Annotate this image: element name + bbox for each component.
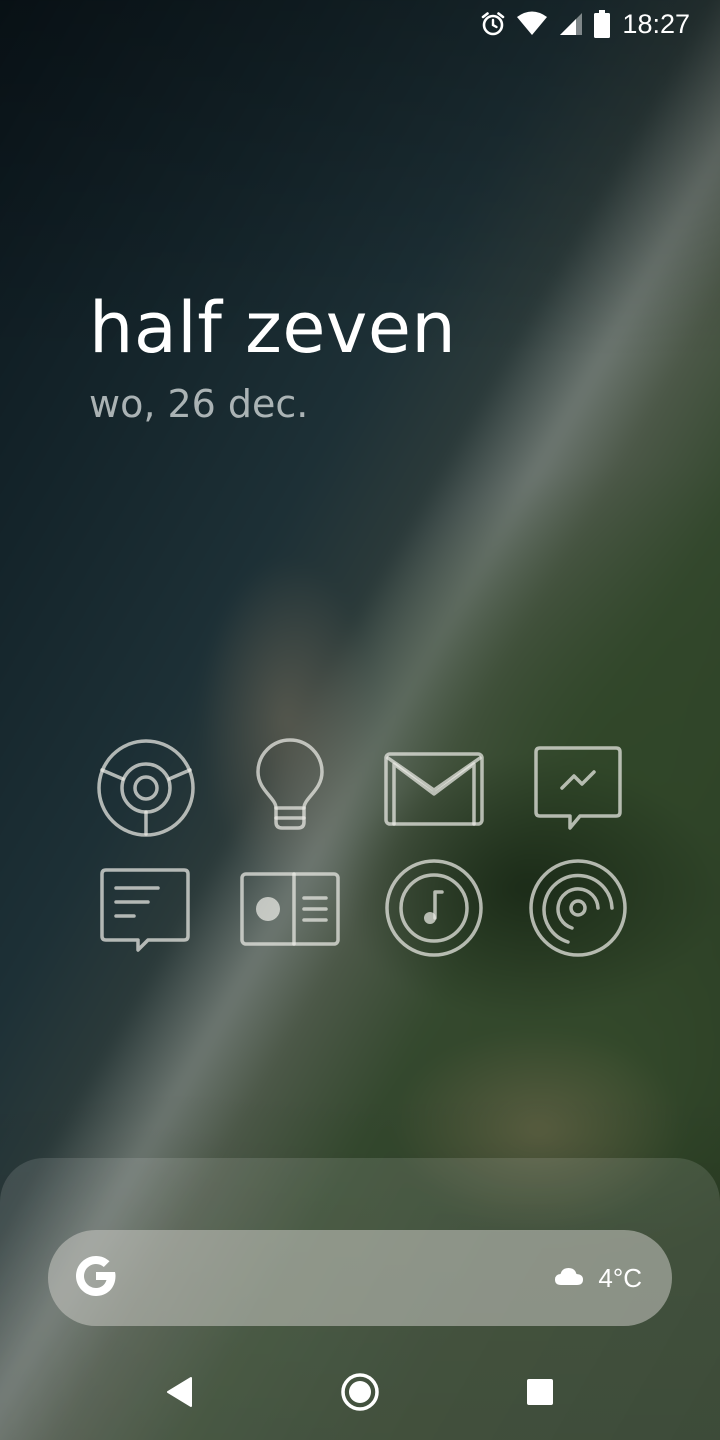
messenger-icon (534, 746, 622, 830)
clock-widget[interactable]: half zeven wo, 26 dec. (89, 288, 456, 426)
app-lightbulb[interactable] (235, 733, 345, 843)
app-chrome[interactable] (91, 733, 201, 843)
status-time: 18:27 (622, 8, 690, 39)
music-icon (385, 859, 483, 957)
podcast-icon (529, 859, 627, 957)
app-news[interactable] (235, 853, 345, 963)
signal-icon (558, 11, 584, 37)
news-icon (240, 872, 340, 946)
navigation-bar (0, 1344, 720, 1440)
battery-icon (594, 10, 611, 38)
weather-temperature: 4°C (598, 1262, 642, 1293)
recents-icon (527, 1379, 553, 1405)
home-icon (341, 1373, 379, 1411)
recents-button[interactable] (500, 1352, 580, 1432)
chrome-icon (97, 739, 195, 837)
app-messages[interactable] (91, 853, 201, 963)
app-music[interactable] (379, 853, 489, 963)
weather-chip[interactable]: 4°C (554, 1263, 642, 1294)
back-button[interactable] (140, 1352, 220, 1432)
lightbulb-icon (256, 738, 324, 830)
alarm-icon (480, 11, 506, 37)
google-logo[interactable] (72, 1252, 120, 1305)
cloud-icon (554, 1266, 584, 1291)
wifi-icon (516, 11, 548, 37)
home-button[interactable] (320, 1352, 400, 1432)
clock-date-text[interactable]: wo, 26 dec. (89, 382, 456, 426)
app-gmail[interactable] (379, 733, 489, 843)
app-messenger[interactable] (523, 733, 633, 843)
messages-icon (100, 868, 190, 952)
gmail-icon (384, 752, 484, 826)
status-bar[interactable]: 18:27 (0, 0, 720, 48)
google-search-bar[interactable]: 4°C (48, 1230, 672, 1326)
back-icon (167, 1377, 192, 1407)
clock-time-text[interactable]: half zeven (89, 288, 456, 368)
app-grid (74, 728, 650, 968)
app-podcast[interactable] (523, 853, 633, 963)
